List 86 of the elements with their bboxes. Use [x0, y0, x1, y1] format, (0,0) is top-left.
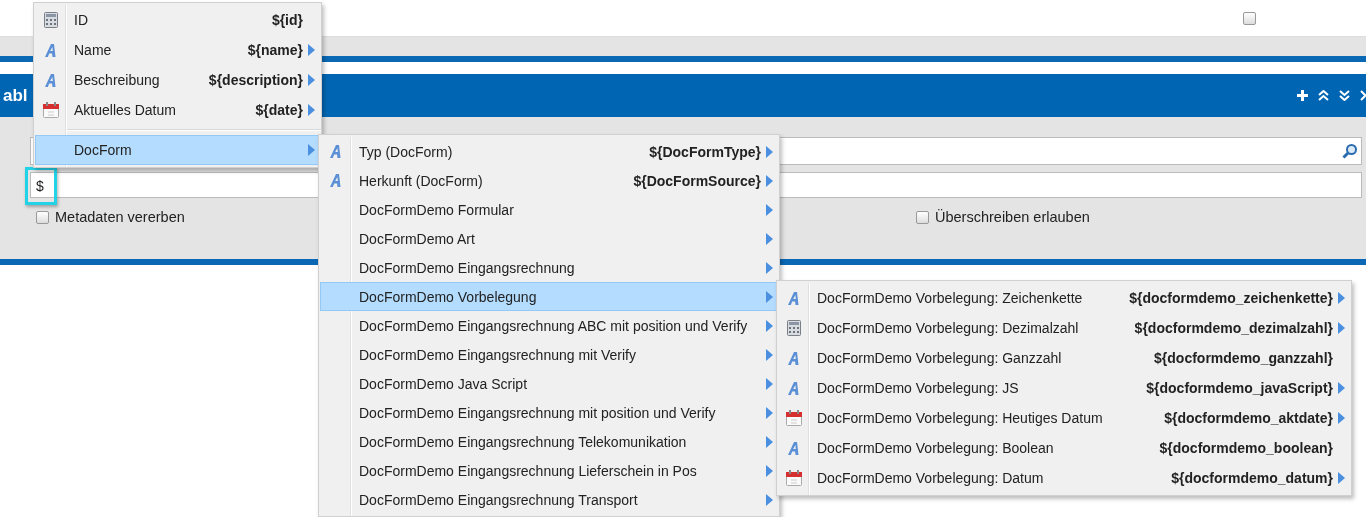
menu-item[interactable]: DocFormDemo Vorbelegung: Dezimalzahl ${docformdemo_dezimalzahl}	[778, 313, 1350, 343]
menu-item[interactable]: DocFormDemo Eingangsrechnung mit Verify	[320, 340, 778, 369]
placeholder-variable: ${id}	[271, 12, 303, 28]
menu-item[interactable]: Name ${name}	[35, 35, 320, 65]
panel-title: abl	[3, 85, 28, 106]
menu-item-label: DocFormDemo Eingangsrechnung Telekomunikation	[359, 433, 688, 450]
checkbox-label: Überschreiben erlauben	[935, 209, 1090, 225]
letter-a-icon	[44, 42, 58, 58]
letter-a-icon	[787, 440, 801, 456]
placeholder-variable: ${docformdemo_aktdate}	[1164, 410, 1333, 426]
menu-item[interactable]: DocFormDemo Eingangsrechnung mit position und Verify	[320, 398, 778, 427]
placeholder-variable: ${docformdemo_zeichenkette}	[1129, 290, 1333, 306]
menu-item[interactable]: Aktuelles Datum ${date}	[35, 95, 320, 125]
calculator-icon	[44, 12, 58, 28]
letter-a-icon	[787, 290, 801, 306]
placeholder-variable: ${docformdemo_javaScript}	[1146, 380, 1333, 396]
menu-item[interactable]: DocFormDemo Vorbelegung: Heutiges Datum ${docformdemo_aktdate}	[778, 403, 1350, 433]
checkbox[interactable]	[1243, 11, 1256, 25]
menu-item[interactable]: DocFormDemo Eingangsrechnung Lieferschein in Pos	[320, 456, 778, 485]
calendar-icon	[786, 470, 802, 486]
menu-item[interactable]: DocFormDemo Eingangsrechnung Telekomunikation	[320, 427, 778, 456]
menu-item-label: DocFormDemo Vorbelegung: JS	[817, 380, 1020, 396]
menu-item-label: DocFormDemo Eingangsrechnung ABC mit position und Verify	[359, 317, 749, 334]
calendar-icon	[786, 410, 802, 426]
menu-item-label: DocFormDemo Vorbelegung: Ganzzahl	[817, 350, 1063, 366]
menu-item-label: DocFormDemo Eingangsrechnung Transport	[359, 491, 639, 508]
letter-a-icon	[787, 350, 801, 366]
placeholder-variable: ${docformdemo_ganzzahl}	[1154, 350, 1333, 366]
menu-item-label: Typ (DocForm)	[359, 143, 454, 160]
menu-item-label: DocFormDemo Eingangsrechnung mit Verify	[359, 346, 637, 363]
menu-item-label: ID	[74, 12, 89, 28]
letter-a-icon	[329, 173, 343, 188]
calendar-icon	[43, 102, 59, 118]
menu-item[interactable]: Beschreibung ${description}	[35, 65, 320, 95]
menu-item-label: Name	[74, 42, 113, 58]
menu-item-label: Beschreibung	[74, 72, 161, 88]
checkbox[interactable]	[916, 210, 929, 224]
placeholder-variable: ${docformdemo_datum}	[1171, 470, 1333, 486]
calculator-icon	[787, 320, 801, 336]
menu-item-label: DocFormDemo Java Script	[359, 375, 529, 392]
close-icon[interactable]	[1360, 90, 1366, 101]
placeholder-variable: ${DocFormType}	[649, 143, 761, 160]
menu-item-label: DocFormDemo Art	[359, 230, 476, 247]
placeholder-variable: ${DocFormSource}	[633, 172, 761, 189]
letter-a-icon	[787, 380, 801, 396]
menu-item[interactable]: DocFormDemo Eingangsrechnung	[320, 253, 778, 282]
expand-icon[interactable]	[1339, 90, 1350, 101]
menu-item[interactable]: DocFormDemo Vorbelegung: JS ${docformdemo_javaScript}	[778, 373, 1350, 403]
menu-item[interactable]: ID ${id}	[35, 5, 320, 35]
menu-item[interactable]: DocFormDemo Vorbelegung: Boolean ${docformdemo_boolean}	[778, 433, 1350, 463]
menu-item-label: DocFormDemo Vorbelegung: Heutiges Datum	[817, 410, 1104, 426]
menu-item-label: DocFormDemo Vorbelegung: Boolean	[817, 440, 1055, 456]
menu-item-label: DocFormDemo Vorbelegung: Dezimalzahl	[817, 320, 1080, 336]
placeholder-variable: ${name}	[247, 42, 303, 58]
menu-item[interactable]: DocFormDemo Java Script	[320, 369, 778, 398]
placeholder-variable: ${description}	[208, 72, 303, 88]
menu-item-label: DocFormDemo Formular	[359, 201, 515, 218]
menu-item-label: DocFormDemo Vorbelegung: Zeichenkette	[817, 290, 1084, 306]
plus-icon[interactable]	[1297, 90, 1308, 101]
menu-item-label: DocFormDemo Vorbelegung	[359, 288, 538, 305]
search-icon[interactable]	[1342, 143, 1358, 159]
collapse-icon[interactable]	[1318, 90, 1329, 101]
menu-item[interactable]: DocFormDemo Formular	[320, 195, 778, 224]
checkbox[interactable]	[36, 210, 49, 224]
letter-a-icon	[329, 144, 343, 159]
letter-a-icon	[44, 72, 58, 88]
placeholder-variable: ${docformdemo_boolean}	[1159, 440, 1333, 456]
menu-item-label: DocFormDemo Eingangsrechnung	[359, 259, 576, 276]
menu-item[interactable]: DocFormDemo Vorbelegung: Datum ${docformdemo_datum}	[778, 463, 1350, 493]
menu-item[interactable]: DocFormDemo Eingangsrechnung Transport	[320, 485, 778, 514]
menu-item-label: Aktuelles Datum	[74, 102, 177, 118]
menu-item[interactable]: DocFormDemo Eingangsrechnung ABC mit position und Verify	[320, 311, 778, 340]
menu-item[interactable]: DocForm	[35, 135, 320, 165]
menu-item-label: DocFormDemo Vorbelegung: Datum	[817, 470, 1045, 486]
menu-item[interactable]: DocFormDemo Vorbelegung: Ganzzahl ${docformdemo_ganzzahl}	[778, 343, 1350, 373]
menu-item[interactable]: DocFormDemo Vorbelegung: Zeichenkette ${docformdemo_zeichenkette}	[778, 283, 1350, 313]
menu-item[interactable]: Typ (DocForm) ${DocFormType}	[320, 137, 778, 166]
menu-item[interactable]: DocFormDemo Art	[320, 224, 778, 253]
menu-item-label: DocForm	[74, 142, 133, 158]
placeholder-variable: ${date}	[255, 102, 303, 118]
menu-item-label: Herkunft (DocForm)	[359, 172, 484, 189]
menu-item-label: DocFormDemo Eingangsrechnung mit position und Verify	[359, 404, 717, 421]
placeholder-variable: ${docformdemo_dezimalzahl}	[1134, 320, 1333, 336]
menu-item[interactable]: DocFormDemo Vorbelegung	[320, 282, 778, 311]
menu-item-label: DocFormDemo Eingangsrechnung Lieferschein in Pos	[359, 462, 698, 479]
checkbox-label: Metadaten vererben	[55, 209, 185, 225]
